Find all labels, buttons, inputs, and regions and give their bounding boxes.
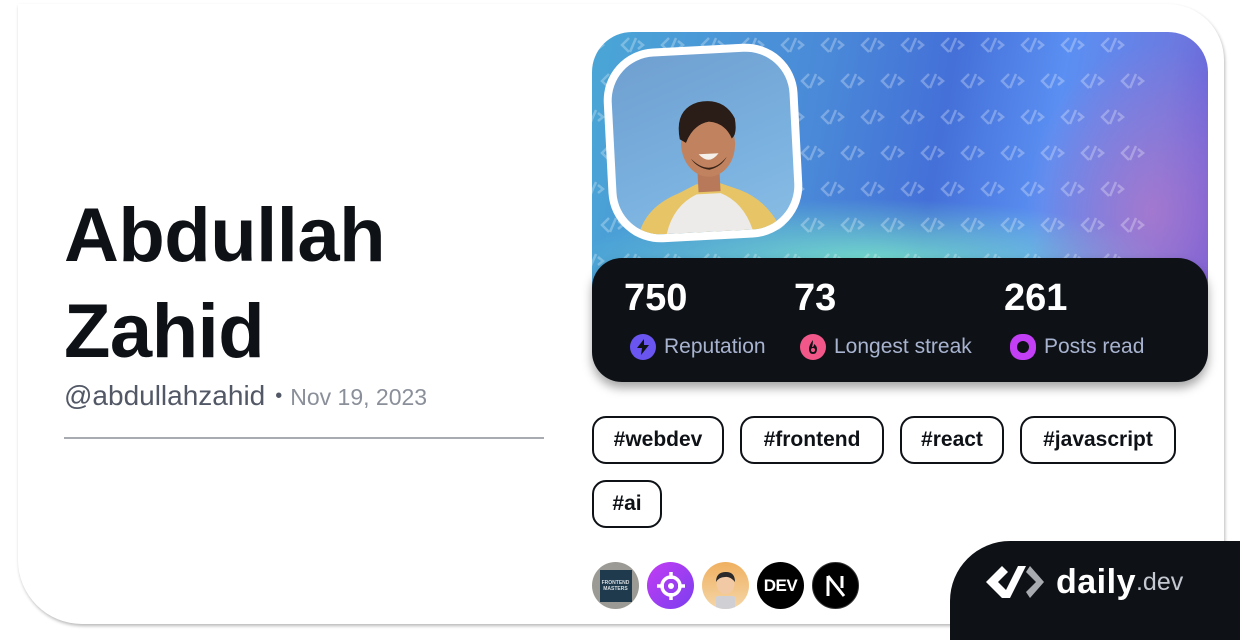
person-photo-icon bbox=[638, 101, 781, 236]
pattern-logo bbox=[1100, 37, 1126, 53]
pattern-logo bbox=[900, 37, 926, 53]
stat-posts-read: 261 Posts read bbox=[1004, 276, 1144, 360]
source-logo: FRONTEND MASTERS bbox=[599, 569, 632, 602]
pattern-logo bbox=[980, 109, 1006, 125]
pattern-logo bbox=[960, 145, 986, 161]
pattern-logo bbox=[1040, 145, 1066, 161]
pattern-logo bbox=[960, 217, 986, 233]
tag-ai[interactable]: #ai bbox=[592, 480, 662, 528]
avatar[interactable] bbox=[609, 49, 797, 237]
stat-value: 73 bbox=[794, 277, 837, 319]
eye-ring-icon bbox=[1010, 334, 1036, 360]
nextjs-icon[interactable] bbox=[812, 562, 859, 609]
pattern-logo bbox=[880, 145, 906, 161]
pattern-logo bbox=[960, 73, 986, 89]
profile-name-last: Zahid bbox=[64, 289, 265, 374]
pattern-logo bbox=[1060, 109, 1086, 125]
pattern-logo bbox=[1080, 217, 1106, 233]
stat-value: 750 bbox=[624, 277, 688, 319]
pattern-logo bbox=[840, 145, 866, 161]
pattern-logo bbox=[820, 181, 846, 197]
pattern-logo bbox=[860, 37, 886, 53]
stat-label: Longest streak bbox=[834, 335, 972, 358]
stat-longest-streak: 73 Longest streak bbox=[794, 276, 972, 360]
brand-tld: .dev bbox=[1135, 568, 1184, 596]
pattern-logo bbox=[920, 217, 946, 233]
meta-separator: • bbox=[275, 385, 283, 407]
pattern-logo bbox=[920, 73, 946, 89]
pattern-logo bbox=[1080, 145, 1106, 161]
pattern-logo bbox=[1040, 73, 1066, 89]
flame-icon bbox=[800, 334, 826, 360]
pattern-logo bbox=[820, 37, 846, 53]
pattern-logo bbox=[900, 181, 926, 197]
pattern-logo bbox=[592, 181, 606, 195]
profile-handle[interactable]: @abdullahzahid bbox=[64, 380, 265, 412]
pattern-logo bbox=[1060, 37, 1086, 53]
pattern-logo bbox=[1120, 217, 1146, 233]
pattern-logo bbox=[940, 37, 966, 53]
tag-javascript[interactable]: #javascript bbox=[1020, 416, 1176, 464]
pattern-logo bbox=[980, 37, 1006, 53]
pattern-logo bbox=[880, 217, 906, 233]
daily-dev-brand: daily .dev bbox=[950, 541, 1240, 640]
pattern-logo bbox=[1000, 217, 1026, 233]
stats-panel: 750 Reputation 73 Longest streak 261 Pos… bbox=[592, 258, 1208, 382]
stat-label: Posts read bbox=[1044, 335, 1145, 358]
pattern-logo bbox=[1100, 181, 1126, 197]
pattern-logo bbox=[1040, 217, 1066, 233]
pattern-logo bbox=[780, 37, 806, 53]
tag-react[interactable]: #react bbox=[900, 416, 1004, 464]
pattern-logo bbox=[1100, 109, 1126, 125]
dev-icon[interactable]: DEV bbox=[757, 562, 804, 609]
profile-name: Abdullah Zahid bbox=[64, 188, 544, 380]
frontend-masters-icon[interactable]: FRONTEND MASTERS bbox=[592, 562, 639, 609]
brand-word: daily bbox=[1056, 563, 1136, 601]
lightning-icon bbox=[630, 334, 656, 360]
pattern-logo bbox=[860, 109, 886, 125]
pattern-logo bbox=[1000, 73, 1026, 89]
daily-dev-logo-icon bbox=[986, 565, 1044, 598]
pattern-logo bbox=[920, 145, 946, 161]
pattern-logo bbox=[1120, 73, 1146, 89]
pattern-logo bbox=[1020, 37, 1046, 53]
pattern-logo bbox=[592, 109, 606, 123]
pattern-logo bbox=[900, 109, 926, 125]
pattern-logo bbox=[880, 73, 906, 89]
pattern-logo bbox=[800, 217, 826, 233]
divider bbox=[64, 437, 544, 439]
pattern-logo bbox=[840, 217, 866, 233]
profile-meta: @abdullahzahid • Nov 19, 2023 bbox=[64, 380, 427, 416]
tag-webdev[interactable]: #webdev bbox=[592, 416, 724, 464]
pattern-logo bbox=[980, 181, 1006, 197]
pattern-logo bbox=[860, 181, 886, 197]
pattern-logo bbox=[820, 109, 846, 125]
pattern-logo bbox=[1120, 145, 1146, 161]
joined-date: Nov 19, 2023 bbox=[290, 384, 428, 410]
stat-label: Reputation bbox=[664, 335, 766, 358]
pattern-logo bbox=[940, 181, 966, 197]
pattern-logo bbox=[940, 109, 966, 125]
pattern-logo bbox=[840, 73, 866, 89]
profile-name-first: Abdullah bbox=[64, 193, 386, 278]
pattern-logo bbox=[1020, 181, 1046, 197]
pattern-logo bbox=[1000, 145, 1026, 161]
pattern-logo bbox=[1060, 181, 1086, 197]
pattern-logo bbox=[592, 37, 606, 51]
source-logo: DEV bbox=[763, 575, 798, 595]
avatar-frame bbox=[601, 41, 805, 245]
pattern-logo bbox=[1080, 73, 1106, 89]
pattern-logo bbox=[1020, 109, 1046, 125]
pattern-logo bbox=[800, 145, 826, 161]
crosshair-icon[interactable] bbox=[647, 562, 694, 609]
stat-reputation: 750 Reputation bbox=[624, 276, 766, 360]
devsquad-avatar-icon[interactable] bbox=[702, 562, 749, 609]
source-list: FRONTEND MASTERS DEV bbox=[592, 562, 859, 609]
tag-frontend[interactable]: #frontend bbox=[740, 416, 884, 464]
stat-value: 261 bbox=[1004, 277, 1068, 319]
pattern-logo bbox=[800, 73, 826, 89]
